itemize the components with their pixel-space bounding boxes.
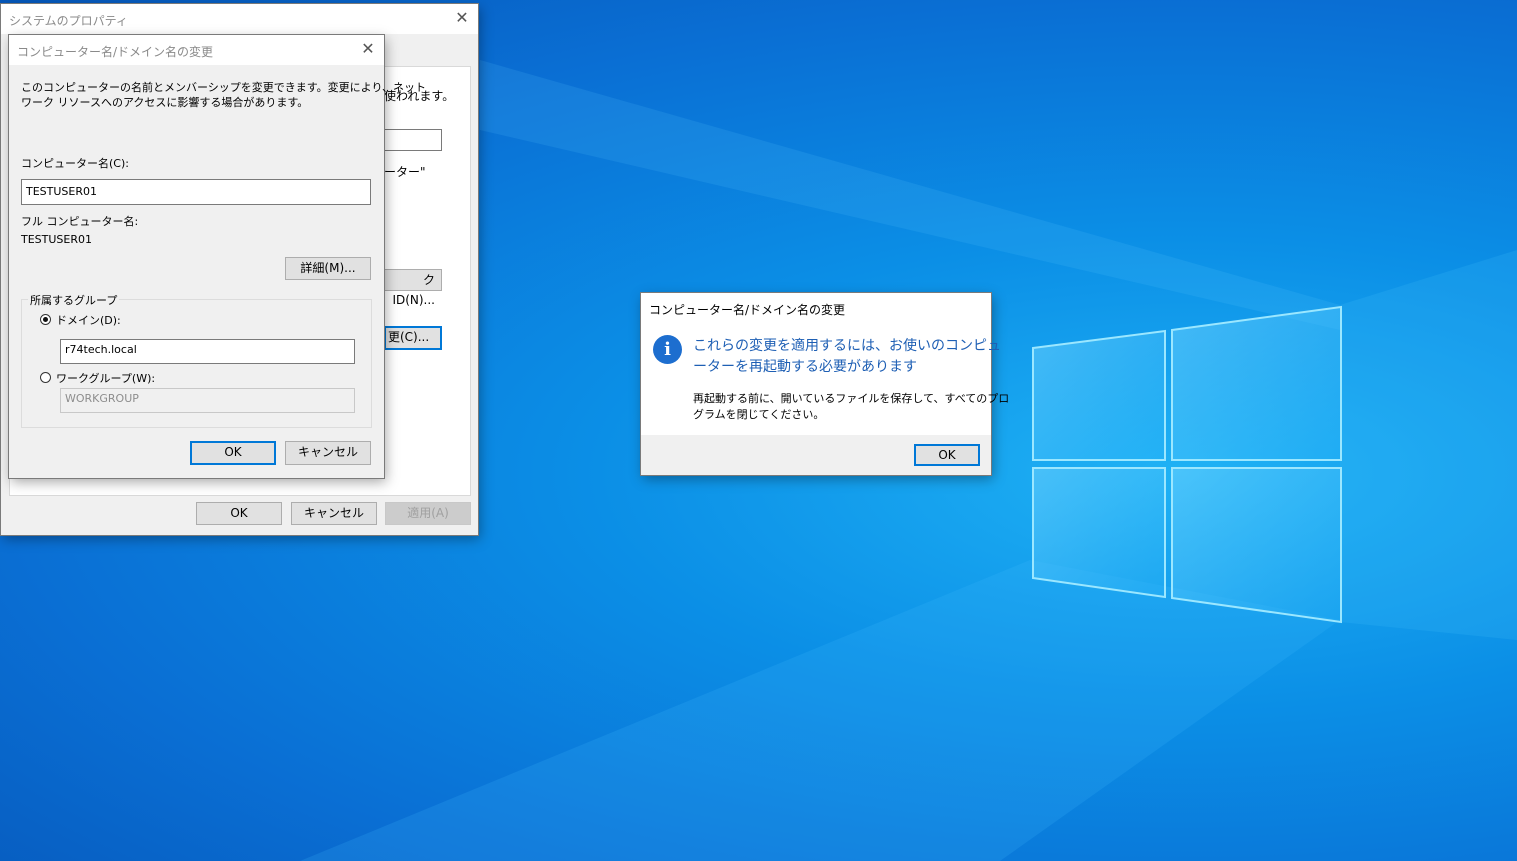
- full-name-label: フル コンピューター名:: [21, 215, 139, 228]
- windows-logo: [1032, 305, 1342, 624]
- membership-groupbox: 所属するグループ ドメイン(D): r74tech.local ワークグループ(…: [21, 292, 372, 428]
- close-icon[interactable]: ✕: [360, 41, 376, 57]
- workgroup-input[interactable]: WORKGROUP: [60, 388, 355, 413]
- ok-button[interactable]: OK: [914, 444, 980, 466]
- description-line-1: このコンピューターの名前とメンバーシップを変更できます。変更により、ネット: [21, 81, 427, 94]
- message-box-title: コンピューター名/ドメイン名の変更: [649, 303, 846, 317]
- cancel-button[interactable]: キャンセル: [285, 441, 371, 465]
- message-main-line-1: これらの変更を適用するには、お使いのコンピュ: [693, 338, 1001, 354]
- full-name-value: TESTUSER01: [21, 233, 92, 246]
- network-id-button[interactable]: ク ID(N)...: [384, 269, 442, 307]
- rename-dialog-title: コンピューター名/ドメイン名の変更: [17, 45, 214, 59]
- ok-button[interactable]: OK: [190, 441, 276, 465]
- rename-dialog-titlebar: コンピューター名/ドメイン名の変更 ✕: [9, 35, 384, 65]
- system-properties-title: システムのプロパティ: [9, 14, 128, 28]
- domain-label: ドメイン(D):: [56, 314, 121, 327]
- rename-computer-dialog: コンピューター名/ドメイン名の変更 ✕ このコンピューターの名前とメンバーシップ…: [9, 35, 426, 478]
- restart-message-box: コンピューター名/ドメイン名の変更 i これらの変更を適用するには、お使いのコン…: [641, 293, 1009, 475]
- ok-button[interactable]: OK: [196, 502, 282, 525]
- details-button[interactable]: 詳細(M)...: [285, 257, 371, 280]
- workgroup-radio[interactable]: [40, 372, 51, 383]
- cancel-button[interactable]: キャンセル: [291, 502, 377, 525]
- change-button[interactable]: 更(C)...: [384, 326, 442, 350]
- computer-name-label: コンピューター名(C):: [21, 157, 129, 170]
- close-icon[interactable]: ✕: [454, 10, 470, 26]
- group-legend: 所属するグループ: [28, 292, 120, 308]
- message-main-line-2: ーターを再起動する必要があります: [693, 359, 917, 375]
- apply-button[interactable]: 適用(A): [385, 502, 471, 525]
- partial-description-field[interactable]: [384, 129, 442, 151]
- description-line-2: ワーク リソースへのアクセスに影響する場合があります。: [21, 96, 309, 109]
- message-sub-line-2: グラムを閉じてください。: [693, 408, 825, 421]
- system-properties-titlebar: システムのプロパティ ✕: [1, 4, 478, 34]
- workgroup-label: ワークグループ(W):: [56, 372, 156, 385]
- computer-name-input[interactable]: TESTUSER01: [21, 179, 371, 205]
- message-sub-line-1: 再起動する前に、開いているファイルを保存して、すべてのプロ: [693, 392, 1010, 405]
- domain-radio[interactable]: [40, 314, 51, 325]
- message-box-body: コンピューター名/ドメイン名の変更 i これらの変更を適用するには、お使いのコン…: [641, 293, 1009, 435]
- partial-label: ーター": [384, 165, 426, 179]
- domain-input[interactable]: r74tech.local: [60, 339, 355, 364]
- info-icon: i: [653, 335, 682, 364]
